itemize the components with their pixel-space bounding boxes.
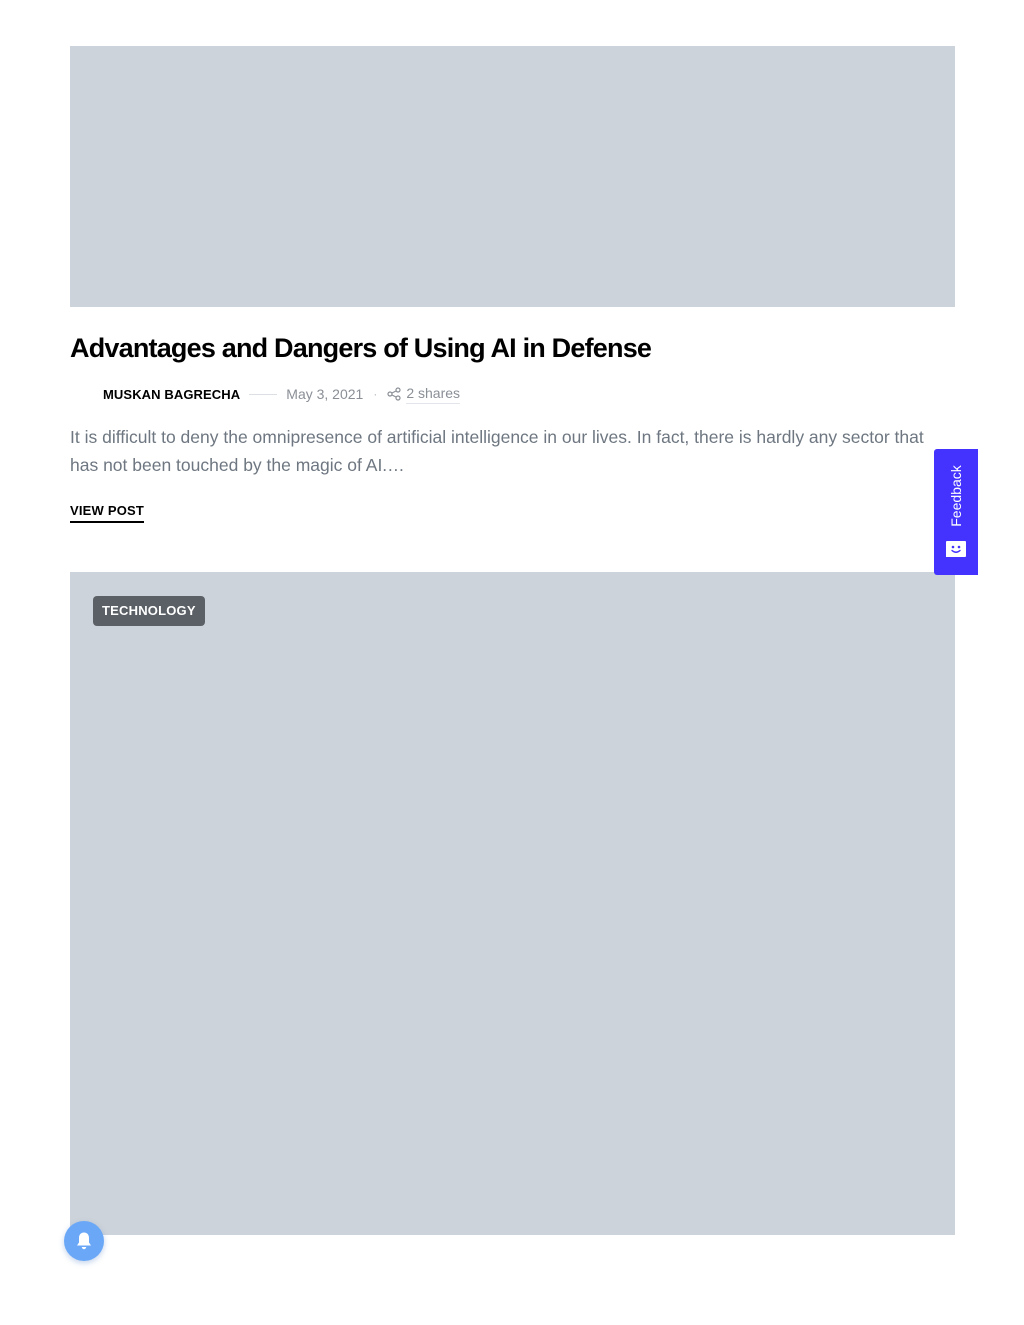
feedback-face-icon xyxy=(946,541,966,557)
shares-link[interactable]: 2 shares xyxy=(387,385,461,404)
meta-separator: · xyxy=(373,387,378,401)
view-post-link[interactable]: VIEW POST xyxy=(70,503,145,523)
post-title[interactable]: Advantages and Dangers of Using AI in De… xyxy=(70,330,652,366)
author-name[interactable]: MUSKAN BAGRECHA xyxy=(103,387,240,402)
post-date: May 3, 2021 xyxy=(286,386,364,402)
feedback-tab[interactable]: Feedback xyxy=(934,449,978,575)
post-meta: MUSKAN BAGRECHA May 3, 2021 · 2 shares xyxy=(70,380,461,408)
author-avatar[interactable] xyxy=(70,382,94,406)
post-featured-image[interactable] xyxy=(70,46,955,307)
shares-count: 2 shares xyxy=(406,385,461,404)
feedback-label: Feedback xyxy=(948,465,964,527)
category-badge[interactable]: TECHNOLOGY xyxy=(93,596,205,626)
share-icon xyxy=(387,387,401,401)
bell-icon xyxy=(77,1232,91,1250)
post-excerpt: It is difficult to deny the omnipresence… xyxy=(70,427,924,475)
meta-divider xyxy=(249,393,278,395)
next-post-featured-image[interactable] xyxy=(70,572,955,1235)
notification-button[interactable] xyxy=(64,1221,104,1261)
